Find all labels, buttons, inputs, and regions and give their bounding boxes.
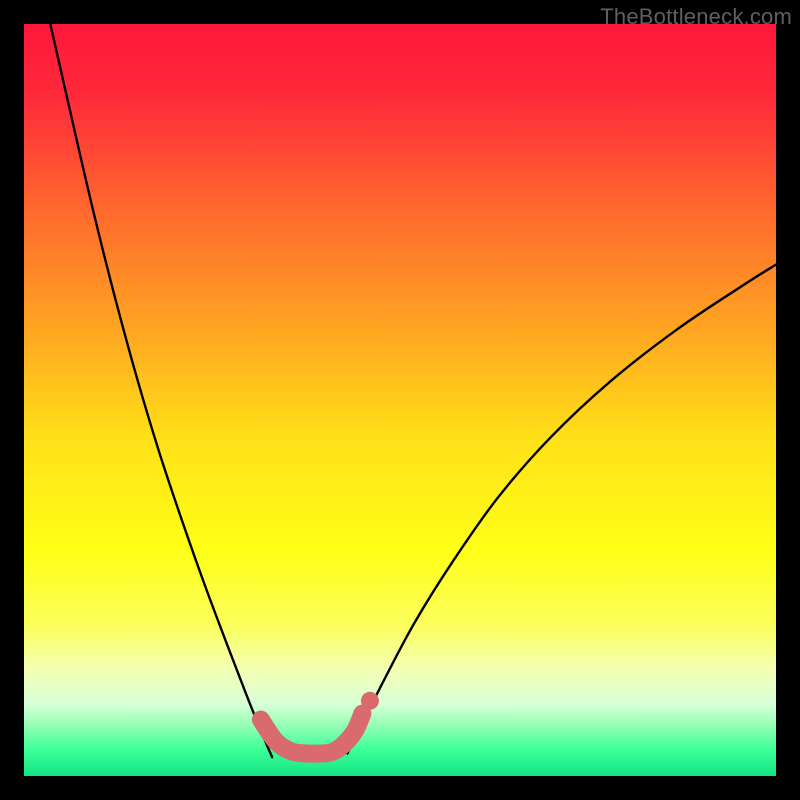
valley-marker-extra-dot [361, 692, 379, 710]
watermark-source: TheBottleneck.com [600, 4, 792, 30]
chart-background [24, 24, 776, 776]
bottleneck-chart [24, 24, 776, 776]
chart-frame [24, 24, 776, 776]
